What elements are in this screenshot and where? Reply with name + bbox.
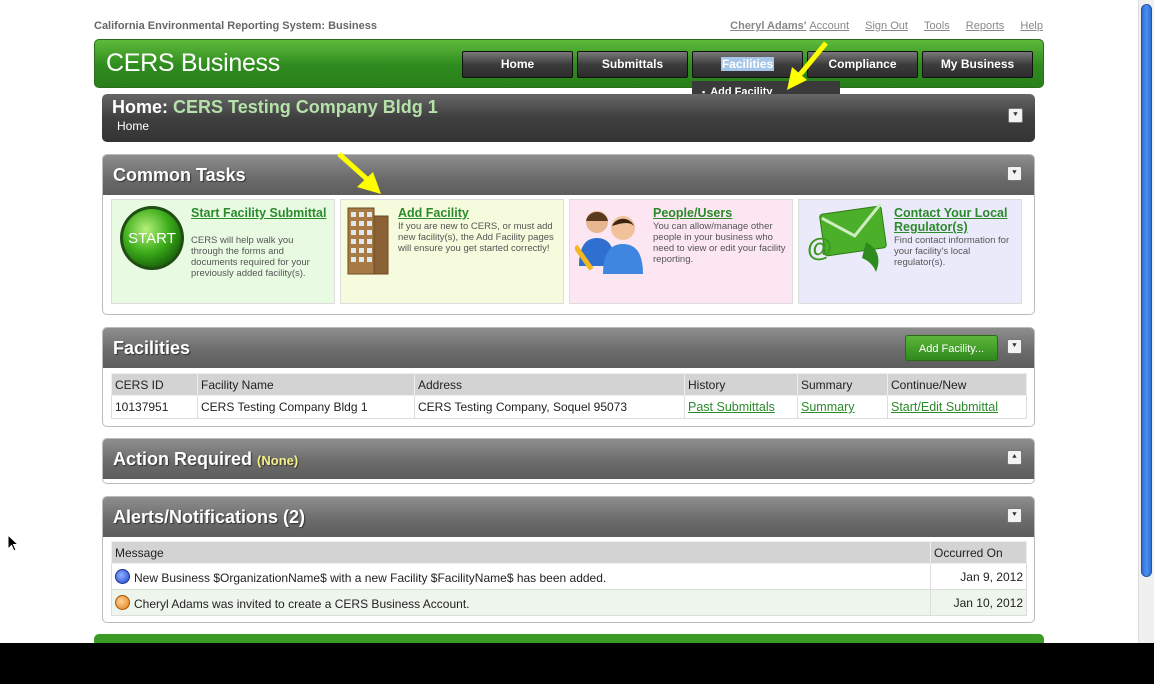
summary-cell: Summary <box>797 395 888 419</box>
task-add-facility-desc: If you are new to CERS, or must add new … <box>398 221 554 254</box>
alerts-title: Alerts/Notifications (2) <box>113 507 306 527</box>
action-required-header: Action Required (None) ⯅ <box>103 439 1034 479</box>
envelope-icon[interactable]: @ <box>804 204 890 276</box>
task-people-title[interactable]: People/Users <box>653 206 788 220</box>
task-contact-desc: Find contact information for your facili… <box>894 235 1010 268</box>
vertical-scrollbar[interactable] <box>1138 0 1154 643</box>
app-header: CERS Business Home Submittals Facilities… <box>94 39 1044 88</box>
add-facility-button[interactable]: Add Facility... <box>905 335 998 361</box>
history-cell: Past Submittals <box>684 395 798 419</box>
task-contact-regulator[interactable]: @ Contact Your Local Regulator(s) Find c… <box>798 199 1022 304</box>
alert-date: Jan 9, 2012 <box>930 563 1027 590</box>
common-tasks-header: Common Tasks ⯆ <box>103 155 1034 195</box>
user-name-link[interactable]: Cheryl Adams' <box>730 20 806 32</box>
task-start-submittal[interactable]: START Start Facility Submittal CERS will… <box>111 199 335 304</box>
column-header[interactable]: History <box>684 373 798 396</box>
annotation-arrow-icon <box>787 41 828 90</box>
task-start-desc: CERS will help walk you through the form… <box>191 235 310 279</box>
alerts-header: Alerts/Notifications (2) ⯆ <box>103 497 1034 537</box>
table-row: Cheryl Adams was invited to create a CER… <box>111 589 1027 616</box>
continue-cell: Start/Edit Submittal <box>887 395 1027 419</box>
cers-id-cell: 10137951 <box>111 395 198 419</box>
collapse-icon[interactable]: ⯆ <box>1008 108 1023 123</box>
top-links: Cheryl Adams' Account Sign Out Tools Repo… <box>717 20 1043 32</box>
nav-my-business[interactable]: My Business <box>922 51 1033 78</box>
facilities-header: Facilities Add Facility... ⯆ <box>103 328 1034 368</box>
column-header[interactable]: Message <box>111 541 931 564</box>
task-start-title[interactable]: Start Facility Submittal <box>191 206 331 220</box>
alert-message: Cheryl Adams was invited to create a CER… <box>134 596 470 611</box>
action-required-panel: Action Required (None) ⯅ <box>102 438 1035 484</box>
message-cell: Cheryl Adams was invited to create a CER… <box>111 589 931 616</box>
column-header[interactable]: CERS ID <box>111 373 198 396</box>
nav-facilities-label: Facilities <box>720 57 775 71</box>
system-name: California Environmental Reporting Syste… <box>94 20 378 32</box>
task-add-facility-title[interactable]: Add Facility <box>398 206 558 220</box>
table-row: New Business $OrganizationName$ with a n… <box>111 563 1027 590</box>
nav-submittals[interactable]: Submittals <box>577 51 688 78</box>
page-title-prefix: Home: <box>112 97 169 117</box>
home-title-bar: Home: CERS Testing Company Bldg 1 Home ⯆ <box>102 94 1035 142</box>
column-header[interactable]: Occurred On <box>930 541 1027 564</box>
facilities-panel: Facilities Add Facility... ⯆ CERS ID Fac… <box>102 327 1035 427</box>
building-icon[interactable] <box>346 206 392 276</box>
expand-icon[interactable]: ⯅ <box>1007 450 1022 465</box>
column-header[interactable]: Address <box>414 373 685 396</box>
alerts-table: Message Occurred On New Business $Organi… <box>111 541 1027 616</box>
collapse-icon[interactable]: ⯆ <box>1007 508 1022 523</box>
start-icon[interactable]: START <box>118 204 186 272</box>
facilities-title: Facilities <box>113 338 191 358</box>
table-row: 10137951 CERS Testing Company Bldg 1 CER… <box>111 395 1027 419</box>
brand-logo[interactable]: CERS Business <box>106 49 280 78</box>
svg-text:@: @ <box>807 232 832 262</box>
sign-out-link[interactable]: Sign Out <box>865 20 908 32</box>
account-link[interactable]: Account <box>809 20 849 32</box>
summary-link[interactable]: Summary <box>801 400 854 414</box>
message-cell: New Business $OrganizationName$ with a n… <box>111 563 931 590</box>
annotation-arrow-icon <box>337 152 381 194</box>
action-required-status: (None) <box>257 453 299 468</box>
column-header[interactable]: Continue/New <box>887 373 1027 396</box>
people-icon[interactable] <box>575 204 649 276</box>
action-required-title: Action Required (None) <box>113 449 298 470</box>
task-people-users[interactable]: People/Users You can allow/manage other … <box>569 199 793 304</box>
start-edit-submittal-link[interactable]: Start/Edit Submittal <box>891 400 998 414</box>
page-title: Home: CERS Testing Company Bldg 1 <box>112 97 438 118</box>
browser-viewport: California Environmental Reporting Syste… <box>0 0 1154 643</box>
collapse-icon[interactable]: ⯆ <box>1007 339 1022 354</box>
common-tasks-title: Common Tasks <box>113 165 246 185</box>
facilities-table: CERS ID Facility Name Address History Su… <box>111 373 1027 419</box>
collapse-icon[interactable]: ⯆ <box>1007 166 1022 181</box>
reports-link[interactable]: Reports <box>966 20 1005 32</box>
page-title-company: CERS Testing Company Bldg 1 <box>173 97 438 117</box>
column-header[interactable]: Summary <box>797 373 888 396</box>
alerts-panel: Alerts/Notifications (2) ⯆ Message Occur… <box>102 496 1035 623</box>
table-header-row: CERS ID Facility Name Address History Su… <box>111 373 1027 396</box>
mouse-cursor-icon <box>7 534 19 552</box>
task-contact-title[interactable]: Contact Your Local Regulator(s) <box>894 206 1019 234</box>
breadcrumb[interactable]: Home <box>117 119 149 133</box>
facility-name-cell: CERS Testing Company Bldg 1 <box>197 395 415 419</box>
blue-info-icon <box>115 568 130 584</box>
task-people-desc: You can allow/manage other people in you… <box>653 221 786 265</box>
column-header[interactable]: Facility Name <box>197 373 415 396</box>
task-add-facility[interactable]: Add Facility If you are new to CERS, or … <box>340 199 564 304</box>
address-cell: CERS Testing Company, Soquel 95073 <box>414 395 685 419</box>
alert-date: Jan 10, 2012 <box>930 589 1027 616</box>
alert-message: New Business $OrganizationName$ with a n… <box>134 570 607 585</box>
help-link[interactable]: Help <box>1020 20 1043 32</box>
action-required-label: Action Required <box>113 449 253 469</box>
start-icon-text: START <box>128 230 176 247</box>
page-footer <box>94 634 1044 643</box>
nav-home[interactable]: Home <box>462 51 573 78</box>
scrollbar-thumb[interactable] <box>1141 4 1152 577</box>
past-submittals-link[interactable]: Past Submittals <box>688 400 775 414</box>
orange-alert-icon <box>115 594 130 610</box>
table-header-row: Message Occurred On <box>111 541 1027 564</box>
tools-link[interactable]: Tools <box>924 20 950 32</box>
